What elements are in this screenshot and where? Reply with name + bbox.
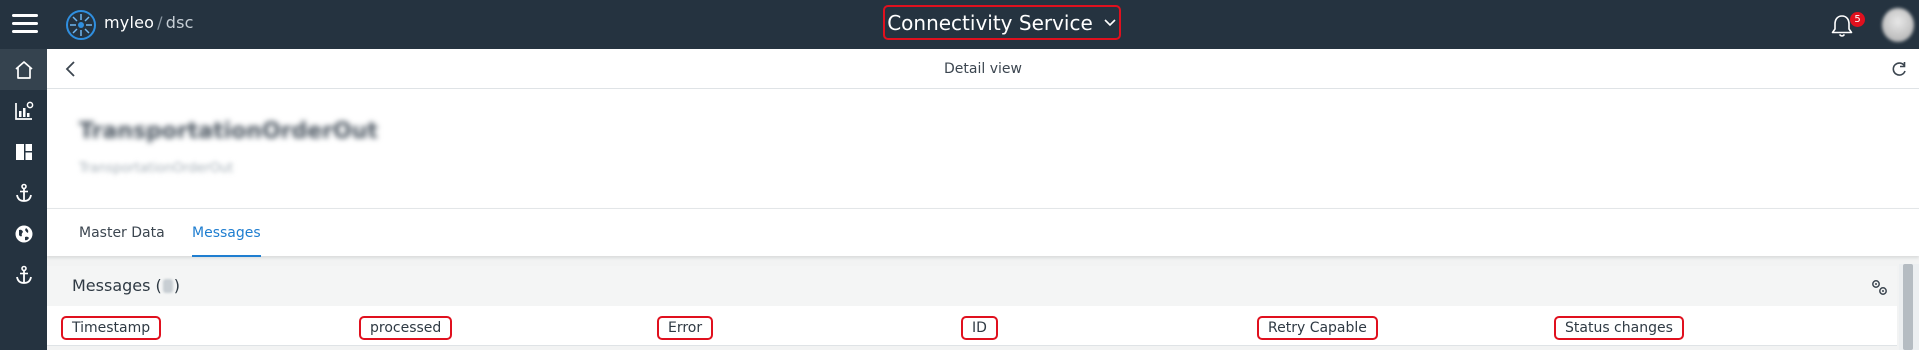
anchor-icon bbox=[15, 183, 32, 202]
anchor-icon bbox=[15, 265, 32, 284]
object-card: TransportationOrderOut TransportationOrd… bbox=[47, 89, 1919, 208]
dashboard-icon bbox=[15, 143, 32, 160]
globe-icon bbox=[15, 225, 32, 242]
nav-item-dashboard[interactable] bbox=[0, 131, 47, 172]
avatar[interactable] bbox=[1882, 8, 1914, 42]
page-title: Detail view bbox=[944, 61, 1022, 77]
object-name: TransportationOrderOut bbox=[79, 119, 378, 144]
nav-item-anchor[interactable] bbox=[0, 172, 47, 213]
messages-title: Messages () bbox=[72, 276, 180, 295]
vertical-scrollbar[interactable] bbox=[1899, 264, 1919, 350]
messages-section-header: Messages () bbox=[47, 266, 1919, 306]
column-header-id[interactable]: ID bbox=[961, 316, 998, 340]
messages-title-close: ) bbox=[173, 276, 181, 295]
analytics-icon bbox=[14, 101, 33, 120]
chevron-down-icon bbox=[1104, 18, 1116, 26]
column-header-timestamp[interactable]: Timestamp bbox=[61, 316, 162, 340]
messages-title-text: Messages ( bbox=[72, 276, 162, 295]
scrollbar-thumb[interactable] bbox=[1903, 264, 1913, 350]
myleo-logo-icon bbox=[66, 10, 96, 40]
brand-name: myleo bbox=[104, 13, 155, 32]
service-title: Connectivity Service bbox=[887, 10, 1093, 35]
refresh-icon[interactable] bbox=[1889, 59, 1909, 79]
column-settings-icon[interactable] bbox=[1869, 277, 1889, 297]
side-nav bbox=[0, 49, 47, 350]
column-header-retry-capable[interactable]: Retry Capable bbox=[1257, 316, 1378, 340]
messages-table-header: Timestamp processed Error ID Retry Capab… bbox=[47, 306, 1897, 346]
nav-item-globe[interactable] bbox=[0, 213, 47, 254]
detail-header: Detail view bbox=[47, 49, 1919, 89]
nav-item-anchor-2[interactable] bbox=[0, 254, 47, 295]
app-name: dsc bbox=[165, 13, 194, 32]
messages-count bbox=[162, 279, 173, 293]
column-header-error[interactable]: Error bbox=[657, 316, 714, 340]
column-header-processed[interactable]: processed bbox=[359, 316, 453, 340]
tab-master-data[interactable]: Master Data bbox=[79, 209, 165, 257]
column-header-status-changes[interactable]: Status changes bbox=[1554, 316, 1684, 340]
brand[interactable]: myleo / dsc bbox=[104, 13, 194, 32]
service-selector[interactable]: Connectivity Service bbox=[883, 5, 1121, 40]
nav-item-analytics[interactable] bbox=[0, 90, 47, 131]
tab-bar: Master Data Messages bbox=[47, 208, 1919, 257]
home-icon bbox=[14, 60, 33, 79]
tab-messages[interactable]: Messages bbox=[192, 209, 261, 257]
menu-icon[interactable] bbox=[12, 14, 38, 34]
notification-badge: 5 bbox=[1850, 12, 1865, 27]
nav-item-home[interactable] bbox=[0, 49, 47, 90]
top-bar: myleo / dsc Connectivity Service 5 bbox=[0, 0, 1919, 49]
object-subtitle: TransportationOrderOut bbox=[79, 161, 234, 176]
brand-separator: / bbox=[157, 13, 163, 32]
